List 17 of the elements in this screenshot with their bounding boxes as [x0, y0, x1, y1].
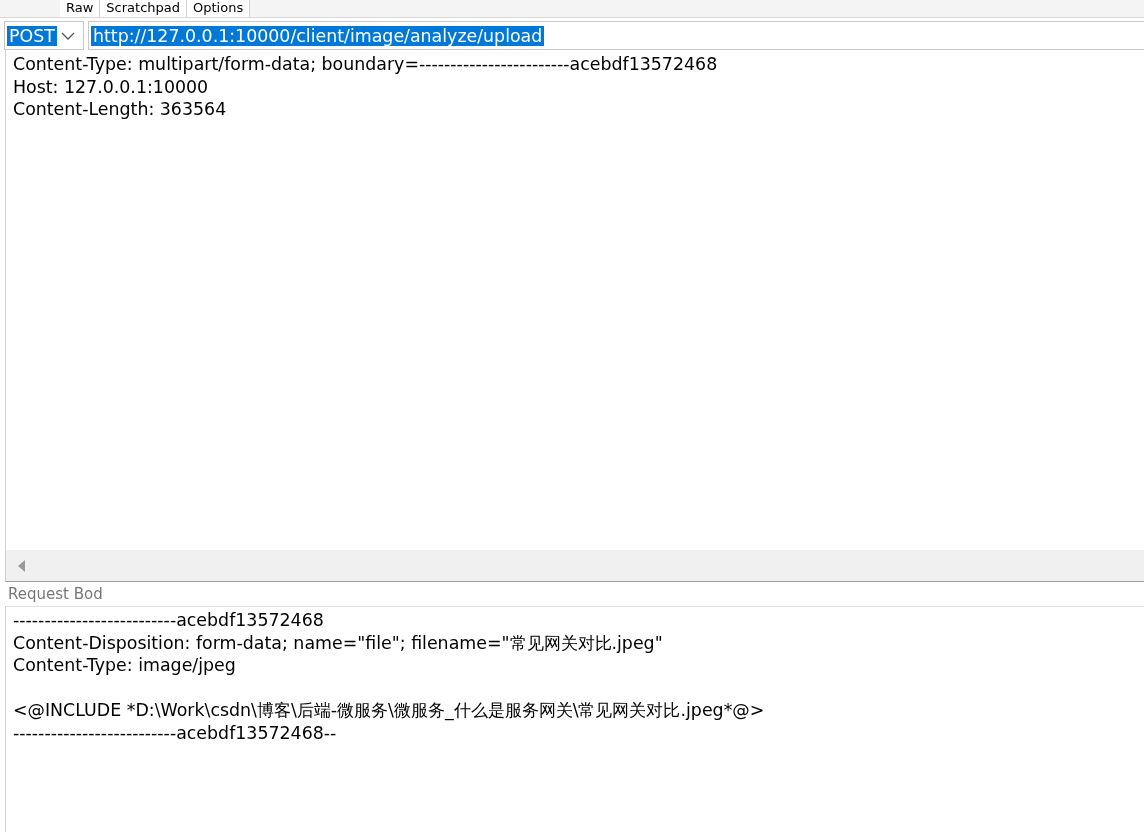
- body-line: Content-Disposition: form-data; name="file"; filename="常见网关对比.jpeg": [13, 631, 664, 654]
- body-editor[interactable]: [5, 606, 1144, 832]
- url-field[interactable]: http://127.0.0.1:10000/client/image/analyze/upload: [88, 21, 1144, 50]
- section-label: Request Bod: [8, 585, 103, 603]
- tab[interactable]: Options: [187, 0, 251, 17]
- header-line: Host: 127.0.0.1:10000: [13, 75, 210, 98]
- body-line: --------------------------acebdf13572468: [13, 609, 325, 632]
- header-line: Content-Length: 363564: [13, 98, 228, 121]
- tab[interactable]: Raw: [60, 0, 101, 17]
- method-dropdown[interactable]: POST: [4, 21, 84, 50]
- body-line: Content-Type: image/jpeg: [13, 654, 237, 677]
- scroll-left-icon[interactable]: [18, 559, 26, 572]
- tab[interactable]: Scratchpad: [100, 0, 188, 17]
- chevron-down-icon: [61, 31, 75, 40]
- header-line: Content-Type: multipart/form-data; boundary=------------------------acebdf13572468: [13, 53, 719, 76]
- body-line: --------------------------acebdf13572468--: [13, 721, 338, 744]
- body-line: <@INCLUDE *D:\Work\csdn\博客\后端-微服务\微服务_什么是服务网关\常见网关对比.jpeg*@>: [13, 699, 766, 722]
